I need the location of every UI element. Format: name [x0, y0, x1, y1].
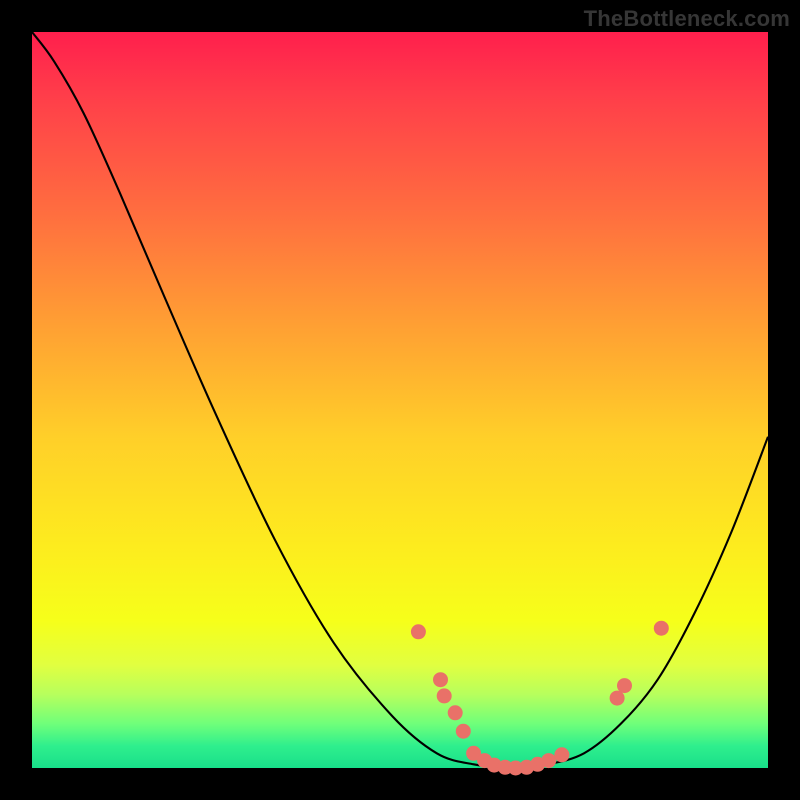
chart-frame: TheBottleneck.com: [0, 0, 800, 800]
curve-markers: [411, 621, 669, 776]
curve-marker: [433, 672, 448, 687]
curve-marker: [541, 753, 556, 768]
attribution-label: TheBottleneck.com: [584, 6, 790, 32]
curve-marker: [437, 688, 452, 703]
curve-marker: [654, 621, 669, 636]
bottleneck-curve-svg: [32, 32, 768, 768]
curve-marker: [610, 691, 625, 706]
curve-marker: [411, 624, 426, 639]
plot-area: [32, 32, 768, 768]
curve-marker: [456, 724, 471, 739]
curve-marker: [617, 678, 632, 693]
curve-marker: [554, 747, 569, 762]
bottleneck-curve: [32, 32, 768, 768]
curve-marker: [448, 705, 463, 720]
